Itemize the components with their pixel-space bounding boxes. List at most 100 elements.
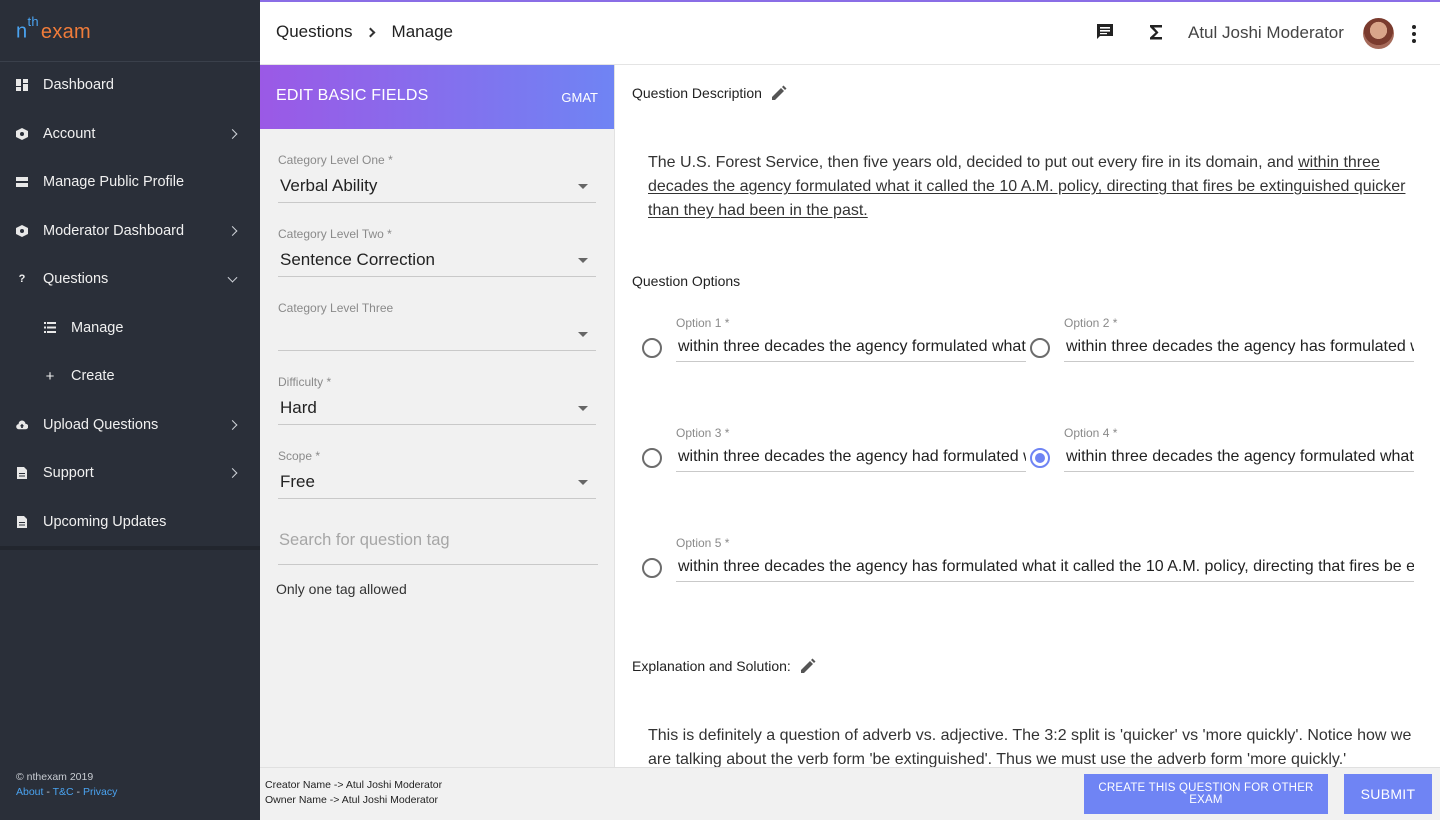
field-label: Difficulty *: [278, 375, 332, 389]
breadcrumb-manage: Manage: [391, 22, 453, 41]
dropdown-caret-icon: [578, 258, 588, 263]
question-icon: ?: [18, 273, 26, 286]
explanation-heading: Explanation and Solution:: [632, 657, 817, 675]
option-5-radio[interactable]: [642, 558, 662, 578]
sidebar-item-support[interactable]: Support: [0, 449, 260, 498]
sidebar-item-label: Account: [43, 125, 96, 142]
explanation-text[interactable]: This is definitely a question of adverb …: [648, 724, 1428, 767]
sidebar-item-upload-questions[interactable]: Upload Questions: [0, 401, 260, 450]
edit-panel-header: EDIT BASIC FIELDS GMAT: [260, 65, 614, 129]
breadcrumb-questions[interactable]: Questions: [276, 22, 353, 42]
scope-select[interactable]: Scope * Free: [278, 449, 596, 499]
footer-links: About - T&C - Privacy: [16, 786, 117, 798]
submit-button[interactable]: SUBMIT: [1344, 774, 1432, 814]
creator-name: Creator Name -> Atul Joshi Moderator: [265, 779, 443, 791]
option-3-radio[interactable]: [642, 448, 662, 468]
logo-exam: exam: [40, 20, 91, 43]
document-icon: [16, 467, 28, 480]
field-label: Category Level One *: [278, 153, 393, 167]
sidebar-item-questions[interactable]: ? Questions: [0, 255, 260, 304]
difficulty-select[interactable]: Difficulty * Hard: [278, 375, 596, 425]
logo-th: th: [27, 14, 39, 29]
question-tag-search-input[interactable]: Search for question tag: [278, 525, 598, 565]
sidebar-item-label: Questions: [43, 271, 109, 288]
category-level-one-select[interactable]: Category Level One * Verbal Ability: [278, 153, 596, 203]
chevron-right-icon: [227, 468, 238, 479]
copyright: © nthexam 2019: [16, 771, 94, 783]
sidebar-item-create[interactable]: + Create: [0, 352, 260, 401]
description-plain: The U.S. Forest Service, then five years…: [648, 154, 1299, 171]
dropdown-caret-icon: [578, 480, 588, 485]
selected-value: Sentence Correction: [280, 250, 435, 269]
user-name[interactable]: Atul Joshi Moderator: [1188, 23, 1344, 43]
sidebar-item-account[interactable]: Account: [0, 110, 260, 159]
tag-note: Only one tag allowed: [276, 581, 407, 597]
option-3-input[interactable]: within three decades the agency had form…: [676, 444, 1026, 472]
question-description-text[interactable]: The U.S. Forest Service, then five years…: [648, 151, 1418, 223]
field-value[interactable]: Verbal Ability: [278, 176, 596, 203]
sidebar-item-dashboard[interactable]: Dashboard: [0, 61, 260, 110]
option-4-input[interactable]: within three decades the agency formulat…: [1064, 444, 1414, 472]
field-value[interactable]: [278, 324, 596, 351]
sidebar-nav: Dashboard Account Manage Public Profile …: [0, 61, 260, 546]
field-value[interactable]: Hard: [278, 398, 596, 425]
sidebar-item-public-profile[interactable]: Manage Public Profile: [0, 158, 260, 207]
sigma-icon[interactable]: [1149, 23, 1169, 43]
option-2-input[interactable]: within three decades the agency has form…: [1064, 334, 1414, 362]
dashboard-icon: [16, 79, 28, 92]
more-vert-icon[interactable]: [1410, 25, 1418, 43]
chat-icon[interactable]: [1096, 23, 1116, 43]
plus-icon: +: [45, 367, 55, 385]
option-1-input[interactable]: within three decades the agency formulat…: [676, 334, 1026, 362]
selected-value: Hard: [280, 398, 317, 417]
chevron-right-icon: [365, 27, 375, 37]
field-value[interactable]: Free: [278, 472, 596, 499]
option-5-input[interactable]: within three decades the agency has form…: [676, 554, 1414, 582]
option-label: Option 4 *: [1064, 426, 1118, 440]
edit-pencil-icon[interactable]: [799, 657, 817, 675]
chevron-right-icon: [227, 128, 238, 139]
sidebar: nth exam Dashboard Account Manage Public …: [0, 0, 260, 820]
chevron-right-icon: [227, 225, 238, 236]
tnc-link[interactable]: T&C: [53, 786, 74, 798]
edit-pencil-icon[interactable]: [770, 84, 788, 102]
option-1-radio[interactable]: [642, 338, 662, 358]
field-value[interactable]: Sentence Correction: [278, 250, 596, 277]
logo-n: n: [16, 20, 28, 43]
bottom-action-bar: Creator Name -> Atul Joshi Moderator Own…: [260, 767, 1440, 820]
option-2-radio[interactable]: [1030, 338, 1050, 358]
create-for-other-exam-button[interactable]: CREATE THIS QUESTION FOR OTHER EXAM: [1084, 774, 1328, 814]
list-icon: [44, 322, 56, 334]
top-header: Questions Manage Atul Joshi Moderator: [260, 0, 1440, 65]
selected-value: Verbal Ability: [280, 176, 378, 195]
cloud-upload-icon: [16, 419, 28, 431]
profile-icon: [16, 176, 28, 188]
sidebar-item-label: Manage Public Profile: [43, 174, 185, 191]
avatar[interactable]: [1363, 18, 1394, 49]
sidebar-item-label: Manage: [71, 319, 124, 336]
section-title: Explanation and Solution:: [632, 658, 791, 674]
field-label: Scope *: [278, 449, 321, 463]
category-level-two-select[interactable]: Category Level Two * Sentence Correction: [278, 227, 596, 277]
breadcrumb: Questions Manage: [276, 22, 453, 42]
option-label: Option 3 *: [676, 426, 730, 440]
owner-name: Owner Name -> Atul Joshi Moderator: [265, 794, 439, 806]
chevron-down-icon: [227, 272, 238, 283]
about-link[interactable]: About: [16, 786, 43, 798]
option-label: Option 1 *: [676, 316, 730, 330]
field-label: Category Level Three: [278, 301, 394, 315]
sidebar-item-manage[interactable]: Manage: [0, 304, 260, 353]
privacy-link[interactable]: Privacy: [83, 786, 117, 798]
option-label: Option 5 *: [676, 536, 730, 550]
dropdown-caret-icon: [578, 184, 588, 189]
chevron-right-icon: [227, 419, 238, 430]
moderator-icon: [16, 224, 28, 237]
sidebar-item-moderator-dashboard[interactable]: Moderator Dashboard: [0, 207, 260, 256]
account-icon: [16, 127, 28, 140]
footer-sep: -: [46, 786, 50, 798]
option-4-radio[interactable]: [1030, 448, 1050, 468]
brand-logo[interactable]: nth exam: [16, 14, 91, 44]
category-level-three-select[interactable]: Category Level Three: [278, 301, 596, 351]
sidebar-item-label: Upcoming Updates: [43, 513, 167, 530]
sidebar-item-upcoming-updates[interactable]: Upcoming Updates: [0, 498, 260, 547]
